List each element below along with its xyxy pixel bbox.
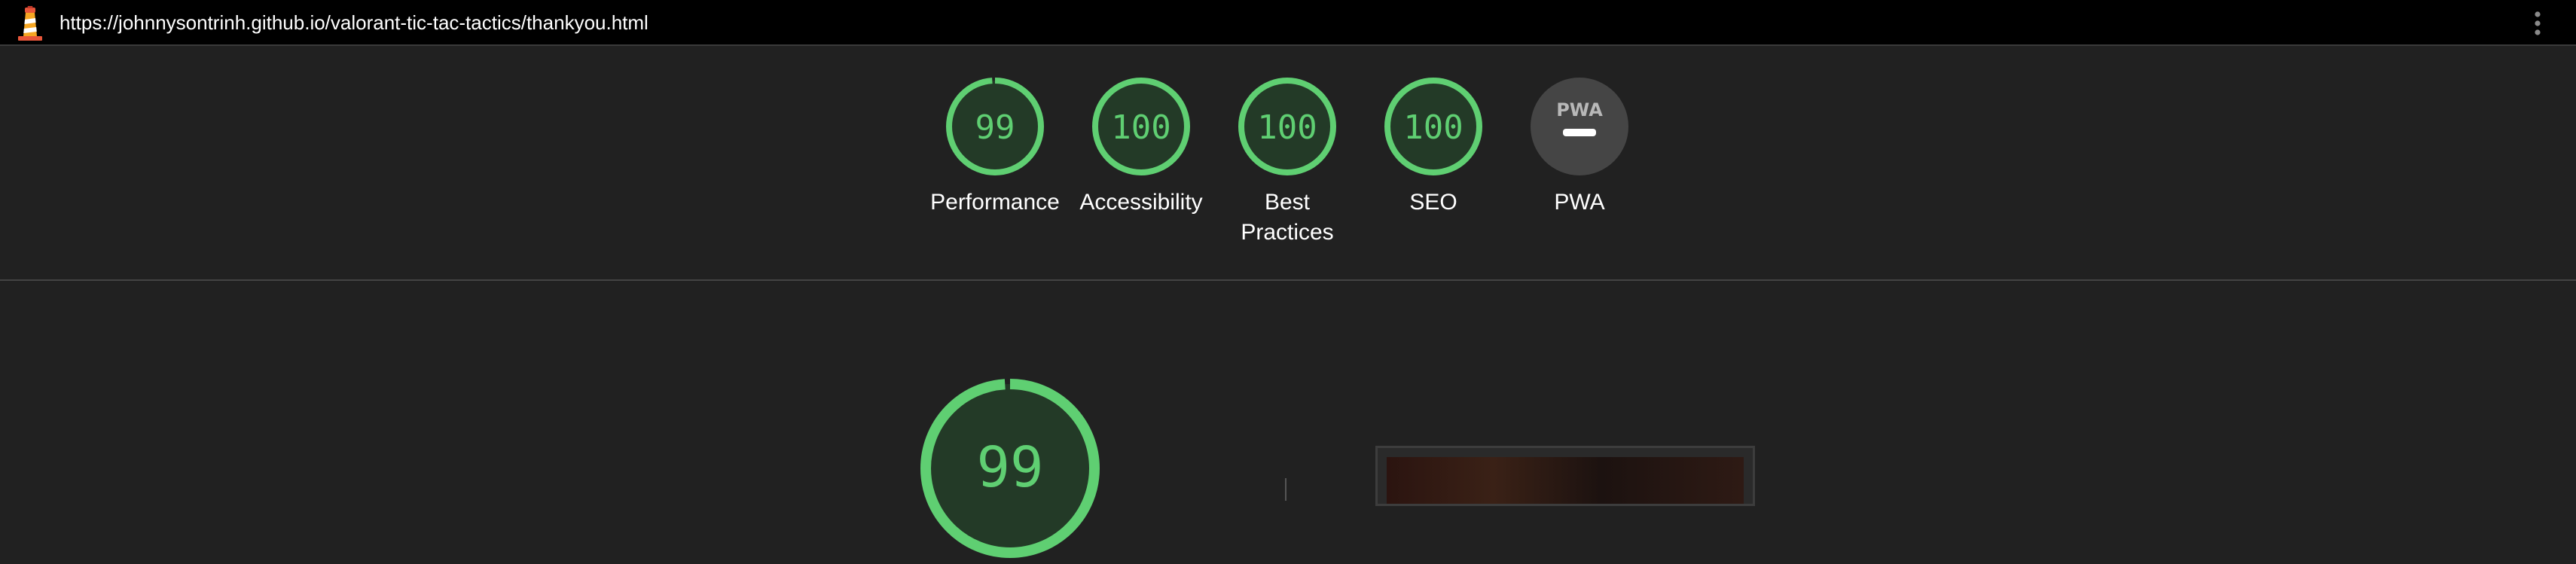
- score-ring: 100: [1092, 78, 1190, 175]
- scores-summary: 99 Performance 100 Accessibility 100 Bes…: [0, 46, 2576, 281]
- browser-toolbar: https://johnnysontrinh.github.io/valoran…: [0, 0, 2576, 46]
- pwa-badge-text: PWA: [1556, 99, 1603, 120]
- screenshot-image: [1387, 457, 1744, 504]
- gauge-label: Performance: [930, 190, 1060, 215]
- score-ring: 100: [1238, 78, 1336, 175]
- score-value: 100: [1111, 108, 1170, 147]
- score-value: 100: [1403, 108, 1463, 147]
- score-value: 100: [1257, 108, 1317, 147]
- gauge-label: PWA: [1554, 190, 1605, 215]
- page-url[interactable]: https://johnnysontrinh.github.io/valoran…: [60, 0, 649, 46]
- final-screenshot: [1375, 446, 1755, 506]
- gauge-label: Accessibility: [1079, 190, 1203, 215]
- gauge-best-practices[interactable]: 100 Best Practices: [1216, 76, 1359, 302]
- gauge-label: Best Practices: [1241, 190, 1334, 245]
- gauge-accessibility[interactable]: 100 Accessibility: [1070, 76, 1213, 302]
- metric-divider: [1285, 478, 1286, 501]
- gauge-label: SEO: [1409, 190, 1457, 215]
- gauge-performance[interactable]: 99 Performance: [923, 76, 1067, 302]
- score-ring: 99: [946, 78, 1044, 175]
- score-ring: 99: [920, 379, 1100, 558]
- gauge-pwa[interactable]: PWA PWA: [1508, 76, 1651, 302]
- main-performance-gauge[interactable]: 99: [918, 377, 1102, 560]
- vertical-dots-icon[interactable]: [2528, 9, 2547, 38]
- score-value: 99: [975, 108, 1015, 147]
- score-ring: 100: [1384, 78, 1482, 175]
- lighthouse-icon: [18, 6, 42, 41]
- gauge-seo[interactable]: 100 SEO: [1362, 76, 1505, 302]
- pwa-badge-icon: PWA: [1531, 78, 1628, 175]
- score-value: 99: [976, 435, 1043, 500]
